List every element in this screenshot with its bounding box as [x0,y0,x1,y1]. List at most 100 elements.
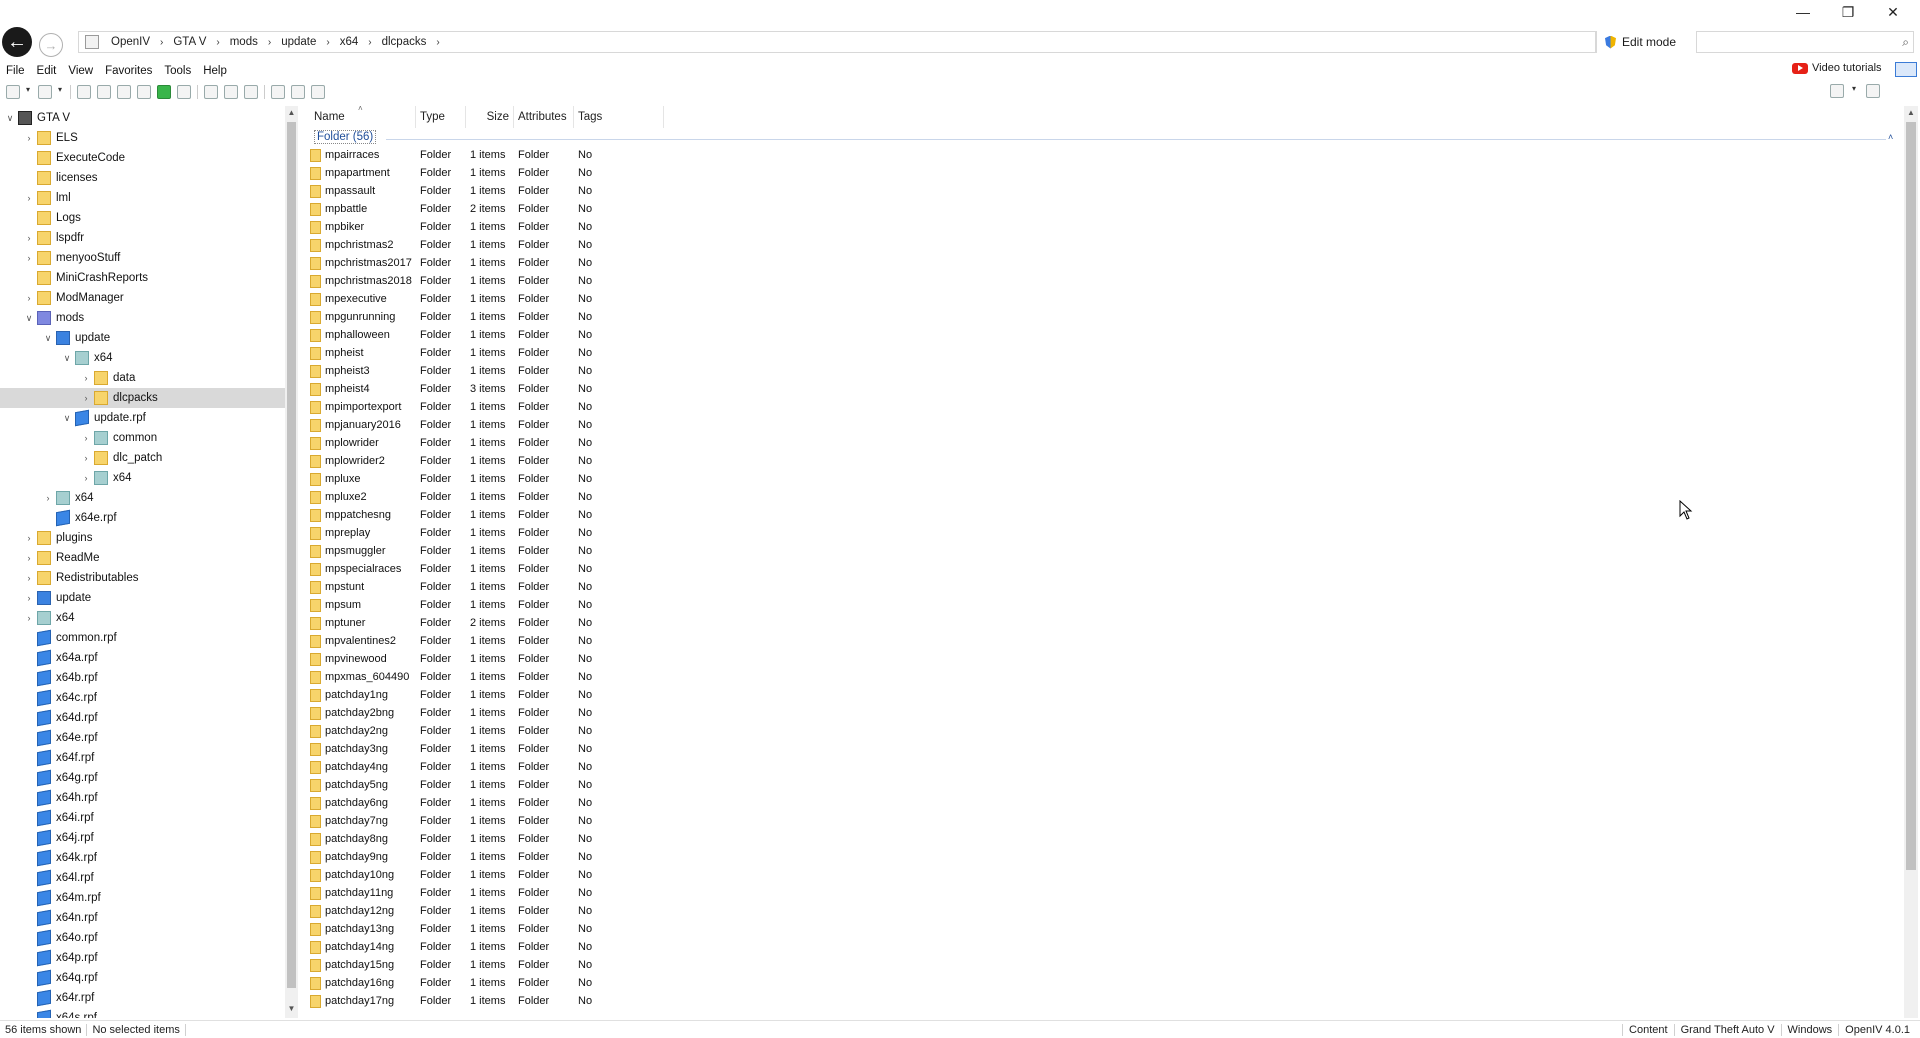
chevron-right-icon[interactable]: › [23,613,35,623]
tree-icon[interactable] [137,85,151,99]
chevron-down-icon[interactable]: ▾ [1852,84,1858,98]
file-row[interactable]: mpchristmas2017 Folder 1 items Folder No [310,254,690,272]
document-icon[interactable] [224,85,238,99]
minimize-button[interactable]: — [1788,4,1818,20]
file-row[interactable]: mpxmas_604490 Folder 1 items Folder No [310,668,690,686]
tree-item[interactable]: ∨ mods [0,308,285,328]
file-row[interactable]: patchday13ng Folder 1 items Folder No [310,920,690,938]
file-row[interactable]: mpbattle Folder 2 items Folder No [310,200,690,218]
chevron-right-icon[interactable]: › [320,37,335,48]
tree-item[interactable]: ∨ GTA V [0,108,285,128]
tree-item[interactable]: › common [0,428,285,448]
column-size[interactable]: Size [466,106,514,128]
tree-item[interactable]: x64g.rpf [0,768,285,788]
tree-item[interactable]: x64d.rpf [0,708,285,728]
file-row[interactable]: mpgunrunning Folder 1 items Folder No [310,308,690,326]
address-bar[interactable]: OpenIV › GTA V › mods › update › x64 › dlcpacks › [78,31,1596,53]
breadcrumb-item[interactable]: OpenIV [107,36,154,48]
menu-edit[interactable]: Edit [31,65,63,77]
chevron-right-icon[interactable]: › [262,37,277,48]
restore-button[interactable]: ❐ [1833,4,1863,21]
tree-item[interactable]: x64s.rpf [0,1008,285,1018]
chevron-right-icon[interactable]: › [80,473,92,483]
file-row[interactable]: mpchristmas2018 Folder 1 items Folder No [310,272,690,290]
file-row[interactable]: patchday16ng Folder 1 items Folder No [310,974,690,992]
file-row[interactable]: mpchristmas2 Folder 1 items Folder No [310,236,690,254]
tree-item[interactable]: › ModManager [0,288,285,308]
file-row[interactable]: patchday15ng Folder 1 items Folder No [310,956,690,974]
file-row[interactable]: mpimportexport Folder 1 items Folder No [310,398,690,416]
forward-button[interactable]: → [39,33,63,57]
file-row[interactable]: mpairraces Folder 1 items Folder No [310,146,690,164]
chevron-right-icon[interactable]: › [23,133,35,143]
file-row[interactable]: mpapartment Folder 1 items Folder No [310,164,690,182]
tree-item[interactable]: x64n.rpf [0,908,285,928]
file-row[interactable]: mpsmuggler Folder 1 items Folder No [310,542,690,560]
file-row[interactable]: patchday11ng Folder 1 items Folder No [310,884,690,902]
chevron-right-icon[interactable]: › [23,233,35,243]
file-list[interactable]: Name Type Size Attributes Tags ˄ Folder … [306,106,1904,1018]
tree-item[interactable]: x64o.rpf [0,928,285,948]
file-row[interactable]: patchday17ng Folder 1 items Folder No [310,992,690,1010]
tree-item[interactable]: › ELS [0,128,285,148]
chevron-down-icon[interactable]: ∨ [61,353,73,364]
chevron-right-icon[interactable]: › [154,37,169,48]
import-icon[interactable] [271,85,285,99]
tree-item[interactable]: x64f.rpf [0,748,285,768]
breadcrumb-item[interactable]: update [277,36,320,48]
collapse-group-icon[interactable]: ˄ [1888,132,1893,142]
file-row[interactable]: mpspecialraces Folder 1 items Folder No [310,560,690,578]
chevron-right-icon[interactable]: › [430,37,445,48]
chevron-right-icon[interactable]: › [23,593,35,603]
chevron-down-icon[interactable]: ∨ [23,313,35,324]
tree-item[interactable]: x64m.rpf [0,888,285,908]
chevron-right-icon[interactable]: › [362,37,377,48]
export-icon[interactable] [291,85,305,99]
settings-icon[interactable] [97,85,111,99]
file-row[interactable]: mpheist Folder 1 items Folder No [310,344,690,362]
chevron-right-icon[interactable]: › [210,37,225,48]
file-row[interactable]: mpluxe Folder 1 items Folder No [310,470,690,488]
replace-icon[interactable] [311,85,325,99]
file-row[interactable]: mppatchesng Folder 1 items Folder No [310,506,690,524]
tree-item[interactable]: x64e.rpf [0,728,285,748]
group-header[interactable]: Folder (56) [314,130,377,144]
new-icon[interactable] [6,85,20,99]
chevron-right-icon[interactable]: › [23,193,35,203]
tree-item[interactable]: x64q.rpf [0,968,285,988]
play-icon[interactable] [157,85,171,99]
tree-item[interactable]: › dlc_patch [0,448,285,468]
file-row[interactable]: patchday3ng Folder 1 items Folder No [310,740,690,758]
file-row[interactable]: patchday12ng Folder 1 items Folder No [310,902,690,920]
tree-item[interactable]: ∨ update.rpf [0,408,285,428]
file-row[interactable]: patchday4ng Folder 1 items Folder No [310,758,690,776]
chevron-right-icon[interactable]: › [23,253,35,263]
file-row[interactable]: patchday8ng Folder 1 items Folder No [310,830,690,848]
tree-item[interactable]: MiniCrashReports [0,268,285,288]
breadcrumb-item[interactable]: mods [226,36,262,48]
back-button[interactable]: ← [2,27,32,57]
file-row[interactable]: mpvalentines2 Folder 1 items Folder No [310,632,690,650]
tree-item[interactable]: x64p.rpf [0,948,285,968]
chevron-right-icon[interactable]: › [80,373,92,383]
archive-icon[interactable] [177,85,191,99]
file-row[interactable]: patchday2ng Folder 1 items Folder No [310,722,690,740]
chevron-down-icon[interactable]: ∨ [4,113,16,124]
file-row[interactable]: mpvinewood Folder 1 items Folder No [310,650,690,668]
file-row[interactable]: patchday14ng Folder 1 items Folder No [310,938,690,956]
tree-item[interactable]: ExecuteCode [0,148,285,168]
column-tags[interactable]: Tags [574,106,664,128]
file-row[interactable]: mpassault Folder 1 items Folder No [310,182,690,200]
menu-tools[interactable]: Tools [158,65,197,77]
chevron-right-icon[interactable]: › [23,573,35,583]
add-icon[interactable] [38,85,52,99]
chevron-right-icon[interactable]: › [80,453,92,463]
tree-item[interactable]: › update [0,588,285,608]
view-mode-icon[interactable] [1830,84,1844,98]
file-row[interactable]: mplowrider Folder 1 items Folder No [310,434,690,452]
tree-item[interactable]: › data [0,368,285,388]
file-row[interactable]: patchday10ng Folder 1 items Folder No [310,866,690,884]
column-type[interactable]: Type [416,106,466,128]
file-row[interactable]: mpheist4 Folder 3 items Folder No [310,380,690,398]
menu-file[interactable]: File [0,65,31,77]
